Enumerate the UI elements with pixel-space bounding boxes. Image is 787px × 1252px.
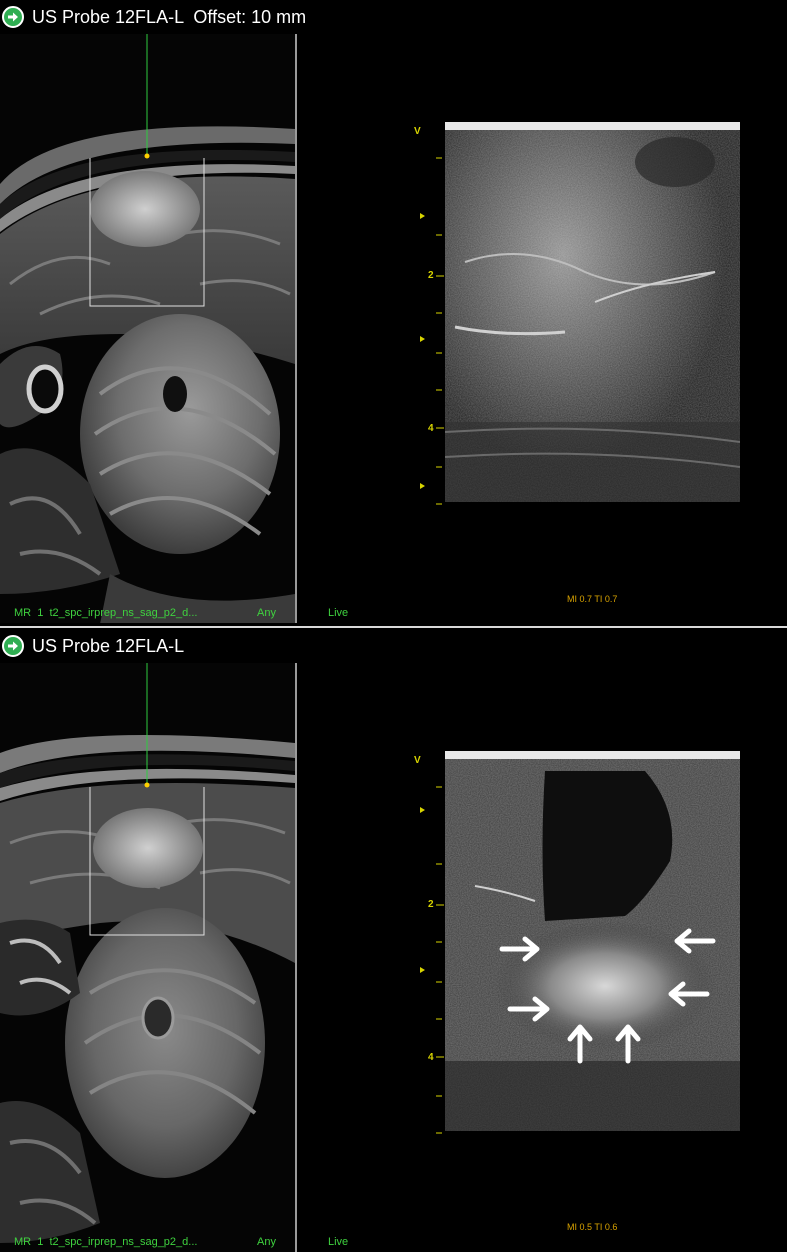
title-row: US Probe 12FLA-L bbox=[2, 634, 184, 658]
depth-marker-v: V bbox=[414, 755, 421, 766]
live-label[interactable]: Live bbox=[328, 607, 348, 619]
depth-ruler bbox=[420, 786, 444, 1134]
live-label[interactable]: Live bbox=[328, 1236, 348, 1248]
mri-sagittal-view[interactable] bbox=[0, 663, 295, 1252]
ultrasound-image[interactable] bbox=[445, 122, 740, 502]
mr-series-label[interactable]: MR 1 t2_spc_irprep_ns_sag_p2_d... bbox=[14, 1236, 197, 1248]
any-label[interactable]: Any bbox=[257, 1236, 276, 1248]
mr-series-label[interactable]: MR 1 t2_spc_irprep_ns_sag_p2_d... bbox=[14, 607, 197, 619]
depth-marker-2: 2 bbox=[428, 899, 434, 910]
right-arrow-circle-icon[interactable] bbox=[2, 635, 24, 657]
depth-marker-2: 2 bbox=[428, 270, 434, 281]
depth-marker-4: 4 bbox=[428, 1052, 434, 1063]
mi-ti-readout: MI 0.7 TI 0.7 bbox=[567, 594, 618, 604]
depth-marker-4: 4 bbox=[428, 423, 434, 434]
viewer-panel-bottom: US Probe 12FLA-L V 2 4 MI 0.5 TI 0.6 MR … bbox=[0, 629, 787, 1252]
view-divider[interactable] bbox=[295, 34, 297, 623]
view-divider[interactable] bbox=[295, 663, 297, 1252]
any-label[interactable]: Any bbox=[257, 607, 276, 619]
ultrasound-image[interactable] bbox=[445, 751, 740, 1131]
mi-ti-readout: MI 0.5 TI 0.6 bbox=[567, 1222, 618, 1232]
depth-marker-v: V bbox=[414, 126, 421, 137]
title-row: US Probe 12FLA-L Offset: 10 mm bbox=[2, 5, 306, 29]
probe-title: US Probe 12FLA-L bbox=[32, 635, 185, 656]
probe-title: US Probe 12FLA-L Offset: 10 mm bbox=[32, 6, 307, 27]
mri-sagittal-view[interactable] bbox=[0, 34, 295, 623]
viewer-panel-top: US Probe 12FLA-L Offset: 10 mm V 2 4 MI … bbox=[0, 0, 787, 623]
depth-ruler bbox=[420, 157, 444, 505]
right-arrow-circle-icon[interactable] bbox=[2, 6, 24, 28]
